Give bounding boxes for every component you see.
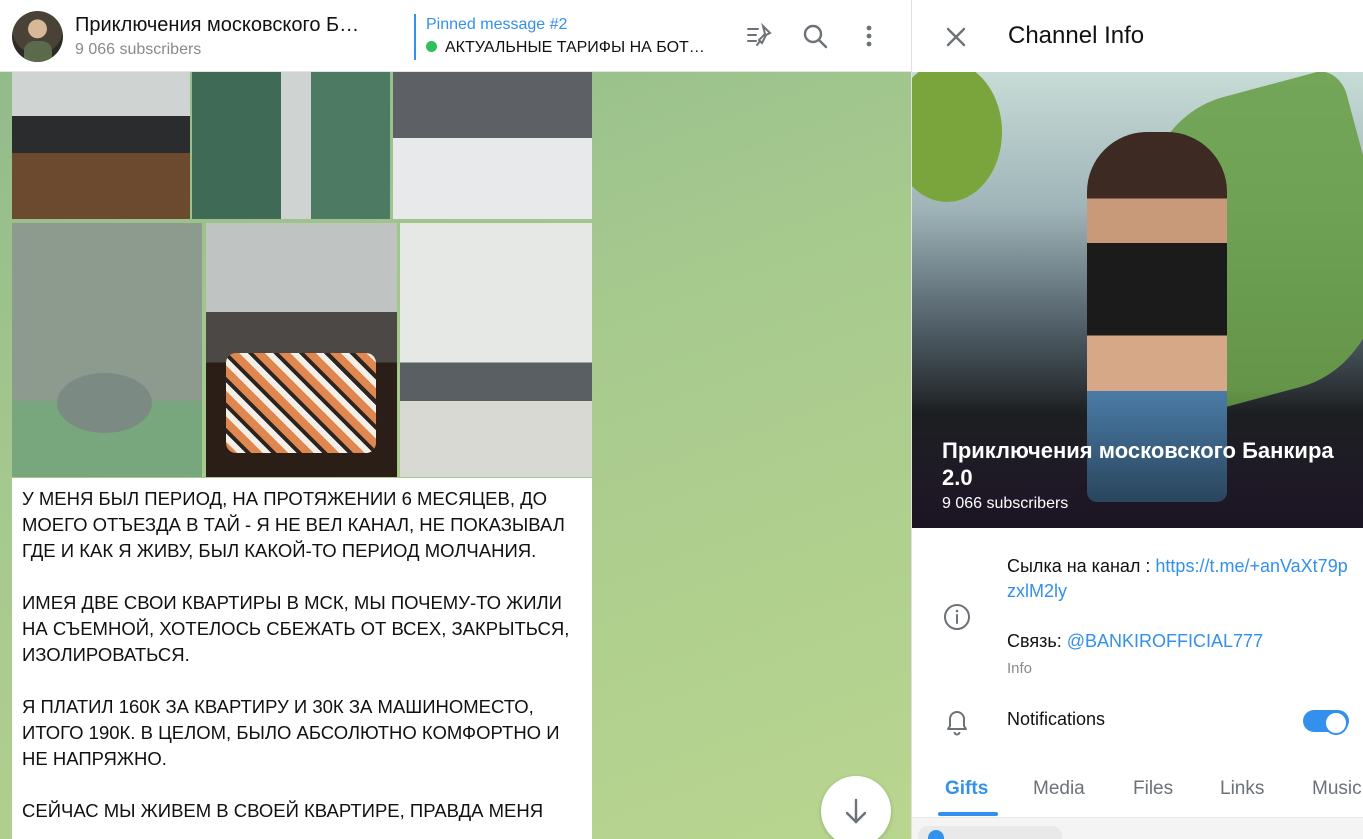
photo-kitchen[interactable] (12, 72, 190, 219)
more-vertical-icon[interactable] (855, 22, 883, 50)
message-paragraph: СЕЙЧАС МЫ ЖИВЕМ В СВОЕЙ КВАРТИРЕ, ПРАВДА… (22, 800, 544, 821)
green-circle-icon (426, 41, 437, 52)
info-label: Info (1007, 660, 1033, 677)
tab-media[interactable]: Media (1033, 778, 1085, 800)
scroll-down-button[interactable] (821, 776, 891, 839)
contact-prefix: Связь: (1007, 631, 1067, 651)
cover-subscribers: 9 066 subscribers (942, 495, 1069, 512)
channel-cover-image[interactable]: Приключения московского Банкира 2.0 9 06… (912, 72, 1363, 528)
chat-area: Приключения московского Б… 9 066 subscri… (0, 0, 911, 839)
channel-subscribers: 9 066 subscribers (75, 41, 202, 58)
pinned-text: АКТУАЛЬНЫЕ ТАРИФЫ НА БОТ… (426, 36, 734, 60)
tab-links[interactable]: Links (1220, 778, 1264, 800)
channel-description: Cылка на канал : https://t.me/+anVaXt79p… (1007, 554, 1352, 604)
pinned-message[interactable]: Pinned message #2 АКТУАЛЬНЫЕ ТАРИФЫ НА Б… (414, 14, 734, 60)
tab-music[interactable]: Music (1312, 778, 1362, 800)
channel-info-panel: Channel Info Приключения московского Бан… (911, 0, 1363, 839)
photo-plant[interactable] (12, 223, 202, 477)
gift-filter-pill[interactable] (918, 826, 1062, 839)
tab-files[interactable]: Files (1133, 778, 1173, 800)
info-title: Channel Info (1008, 22, 1145, 49)
search-icon[interactable] (801, 22, 829, 50)
photo-sushi[interactable] (206, 223, 397, 477)
message-paragraph: У МЕНЯ БЫЛ ПЕРИОД, НА ПРОТЯЖЕНИИ 6 МЕСЯЦ… (22, 488, 565, 561)
pinned-title: Pinned message #2 (426, 16, 568, 33)
notifications-label: Notifications (1007, 709, 1106, 729)
notifications-toggle[interactable] (1303, 710, 1349, 735)
pinned-text-content: АКТУАЛЬНЫЕ ТАРИФЫ НА БОТ… (445, 39, 705, 56)
unpin-icon[interactable] (745, 22, 773, 50)
channel-avatar[interactable] (12, 11, 63, 62)
message-paragraph: Я ПЛАТИЛ 160К ЗА КВАРТИРУ И 30К ЗА МАШИН… (22, 696, 560, 769)
info-header: Channel Info (912, 0, 1363, 72)
info-circle-icon (942, 602, 972, 632)
arrow-down-icon (845, 798, 867, 824)
cover-channel-name: Приключения московского Банкира 2.0 (942, 438, 1334, 490)
message-bubble: У МЕНЯ БЫЛ ПЕРИОД, НА ПРОТЯЖЕНИИ 6 МЕСЯЦ… (12, 478, 592, 839)
close-icon[interactable] (941, 22, 971, 52)
message-paragraph: ИМЕЯ ДВЕ СВОИ КВАРТИРЫ В МСК, МЫ ПОЧЕМУ-… (22, 592, 570, 665)
bell-icon (942, 706, 972, 736)
info-tabs: Gifts Media Files Links Music (912, 766, 1363, 818)
gifts-filter-strip (912, 818, 1363, 839)
contact-link[interactable]: @BANKIROFFICIAL777 (1067, 631, 1263, 651)
photo-bedroom[interactable] (400, 223, 592, 477)
channel-contact: Связь: @BANKIROFFICIAL777 (1007, 629, 1263, 654)
chat-header[interactable]: Приключения московского Б… 9 066 subscri… (0, 0, 911, 72)
active-tab-indicator (938, 812, 998, 816)
tab-gifts[interactable]: Gifts (945, 778, 988, 800)
photo-bedroom-window[interactable] (393, 72, 592, 219)
channel-title[interactable]: Приключения московского Б… (75, 14, 405, 37)
description-prefix: Cылка на канал : (1007, 556, 1156, 576)
photo-wardrobe[interactable] (192, 72, 390, 219)
